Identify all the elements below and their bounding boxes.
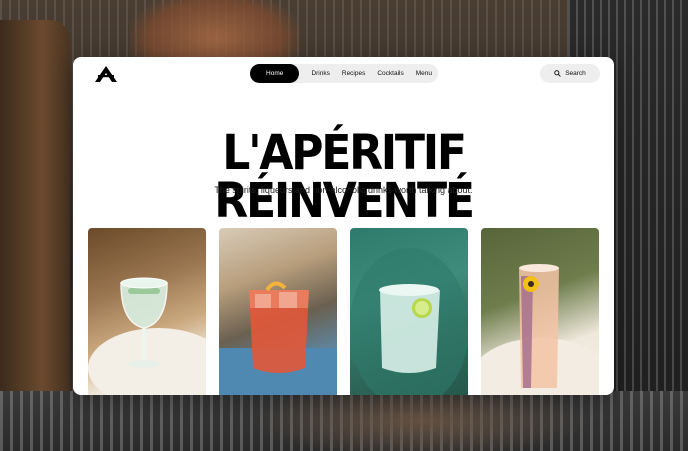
page-subtitle: The spirits, liqueurs and non-alcoholic … [214, 185, 473, 195]
background-chair [0, 20, 70, 451]
background-glass [130, 0, 300, 60]
gin-tonic-photo[interactable] [88, 228, 206, 395]
highball-lime-photo[interactable] [350, 228, 468, 395]
nav-cocktails[interactable]: Cocktails [371, 70, 409, 77]
nav-home[interactable]: Home [250, 64, 300, 83]
page-title: L'APÉRITIF RÉINVENTÉ [214, 125, 475, 229]
nav-drinks[interactable]: Drinks [305, 70, 335, 77]
spritz-flower-photo[interactable] [481, 228, 599, 395]
search-label: Search [565, 70, 586, 77]
brand-logo-icon[interactable] [95, 66, 117, 82]
nav-menu[interactable]: Menu [410, 70, 438, 77]
main-nav: Home Drinks Recipes Cocktails Menu [250, 64, 438, 83]
site-window: Home Drinks Recipes Cocktails Menu Searc… [73, 57, 614, 395]
nav-recipes[interactable]: Recipes [336, 70, 371, 77]
search-icon [554, 70, 561, 77]
drink-photo-grid [88, 228, 600, 395]
search-button[interactable]: Search [540, 64, 600, 83]
negroni-photo[interactable] [219, 228, 337, 395]
